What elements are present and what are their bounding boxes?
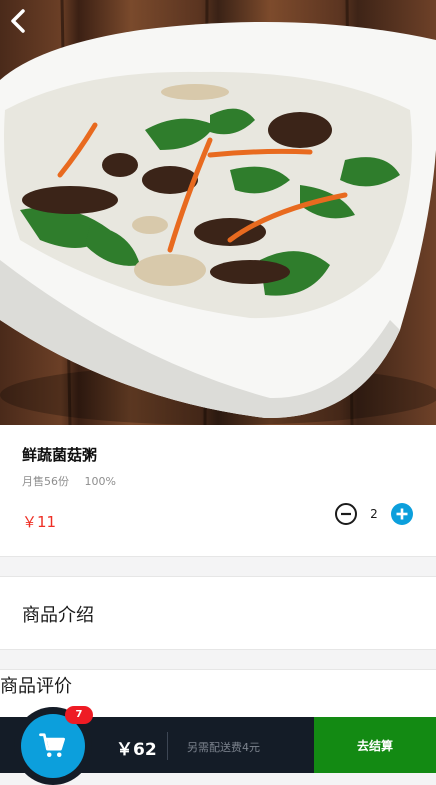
product-name: 鲜蔬菌菇粥 bbox=[22, 446, 98, 464]
cart-count-badge: 7 bbox=[65, 706, 93, 724]
checkout-button[interactable]: 去结算 bbox=[314, 717, 436, 773]
quantity-value: 2 bbox=[370, 507, 378, 521]
monthly-sales: 月售56份 bbox=[22, 475, 69, 488]
product-meta: 月售56份 100% bbox=[22, 473, 116, 489]
back-arrow-icon bbox=[11, 9, 25, 33]
quantity-stepper: 2 bbox=[334, 502, 414, 526]
back-button[interactable] bbox=[8, 8, 42, 42]
minus-circle-icon bbox=[335, 503, 357, 525]
product-intro-label: 商品介绍 bbox=[22, 605, 94, 626]
rating: 100% bbox=[84, 475, 116, 488]
product-intro-section[interactable]: 商品介绍 bbox=[0, 576, 436, 650]
product-image bbox=[0, 0, 436, 425]
decrease-button[interactable] bbox=[334, 502, 358, 526]
product-price: ￥11 bbox=[22, 513, 57, 531]
plus-circle-icon bbox=[391, 503, 413, 525]
product-review-label: 商品评价 bbox=[0, 676, 72, 697]
cart-total: ￥62 bbox=[116, 740, 157, 760]
increase-button[interactable] bbox=[390, 502, 414, 526]
delivery-fee-note: 另需配送费4元 bbox=[187, 741, 260, 754]
shopping-cart-icon bbox=[39, 733, 65, 757]
cart-divider bbox=[167, 732, 168, 760]
congee-bowl-illustration bbox=[0, 0, 436, 425]
product-info-card: 鲜蔬菌菇粥 月售56份 100% ￥11 2 bbox=[0, 425, 436, 557]
